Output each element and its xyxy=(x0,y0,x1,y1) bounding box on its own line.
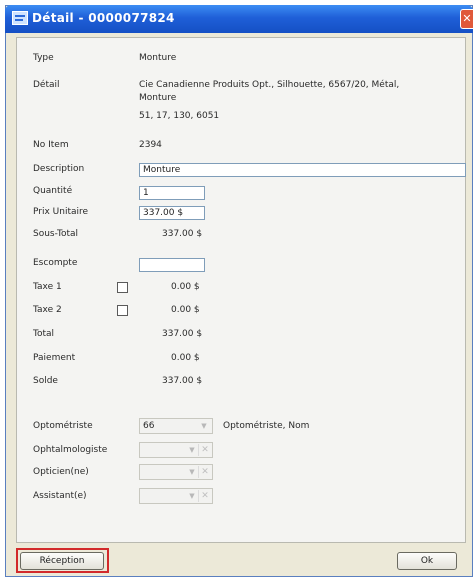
taxe2-label: Taxe 2 xyxy=(33,305,62,315)
optometriste-label: Optométriste xyxy=(33,421,93,431)
taxe2-value: 0.00 $ xyxy=(171,305,200,315)
ophtalmologiste-select[interactable]: ▼ ✕ xyxy=(139,442,213,458)
detail-label: Détail xyxy=(33,80,60,90)
clear-icon[interactable]: ✕ xyxy=(198,444,211,456)
ok-button[interactable]: Ok xyxy=(397,552,457,570)
description-input[interactable]: Monture xyxy=(139,163,466,177)
total-label: Total xyxy=(33,329,55,339)
taxe1-checkbox[interactable] xyxy=(117,282,128,293)
no-item-label: No Item xyxy=(33,140,69,150)
optometriste-select[interactable]: 66 ▼ xyxy=(139,418,213,434)
detail-line-3: 51, 17, 130, 6051 xyxy=(139,111,220,121)
no-item-value: 2394 xyxy=(139,140,162,150)
type-label: Type xyxy=(33,53,54,63)
clear-icon[interactable]: ✕ xyxy=(198,466,211,478)
sous-total-label: Sous-Total xyxy=(33,229,79,239)
reception-button[interactable]: Réception xyxy=(20,552,104,570)
chevron-down-icon[interactable]: ▼ xyxy=(198,420,210,432)
chevron-down-icon[interactable]: ▼ xyxy=(186,490,198,502)
optometriste-name: Optométriste, Nom xyxy=(223,421,310,431)
prix-unitaire-input[interactable]: 337.00 $ xyxy=(139,206,205,220)
paiement-label: Paiement xyxy=(33,353,76,363)
opticien-select[interactable]: ▼ ✕ xyxy=(139,464,213,480)
prix-unitaire-label: Prix Unitaire xyxy=(33,207,89,217)
taxe1-label: Taxe 1 xyxy=(33,282,62,292)
assistant-select[interactable]: ▼ ✕ xyxy=(139,488,213,504)
taxe1-value: 0.00 $ xyxy=(171,282,200,292)
window-title: Détail - 0000077824 xyxy=(32,11,175,25)
detail-line-1: Cie Canadienne Produits Opt., Silhouette… xyxy=(139,80,400,90)
ophtalmologiste-label: Ophtalmologiste xyxy=(33,445,108,455)
window-app-icon xyxy=(12,11,28,25)
type-value: Monture xyxy=(139,53,177,63)
clear-icon[interactable]: ✕ xyxy=(198,490,211,502)
escompte-label: Escompte xyxy=(33,258,78,268)
sous-total-value: 337.00 $ xyxy=(162,229,203,239)
optometriste-select-value: 66 xyxy=(143,421,155,431)
quantite-label: Quantité xyxy=(33,186,73,196)
quantite-input[interactable]: 1 xyxy=(139,186,205,200)
detail-line-2: Monture xyxy=(139,93,177,103)
solde-label: Solde xyxy=(33,376,58,386)
solde-value: 337.00 $ xyxy=(162,376,203,386)
total-value: 337.00 $ xyxy=(162,329,203,339)
escompte-input[interactable] xyxy=(139,258,205,272)
chevron-down-icon[interactable]: ▼ xyxy=(186,466,198,478)
close-button[interactable]: ✕ xyxy=(460,9,473,29)
paiement-value: 0.00 $ xyxy=(171,353,200,363)
description-label: Description xyxy=(33,164,85,174)
opticien-label: Opticien(ne) xyxy=(33,467,89,477)
assistant-label: Assistant(e) xyxy=(33,491,87,501)
chevron-down-icon[interactable]: ▼ xyxy=(186,444,198,456)
taxe2-checkbox[interactable] xyxy=(117,305,128,316)
